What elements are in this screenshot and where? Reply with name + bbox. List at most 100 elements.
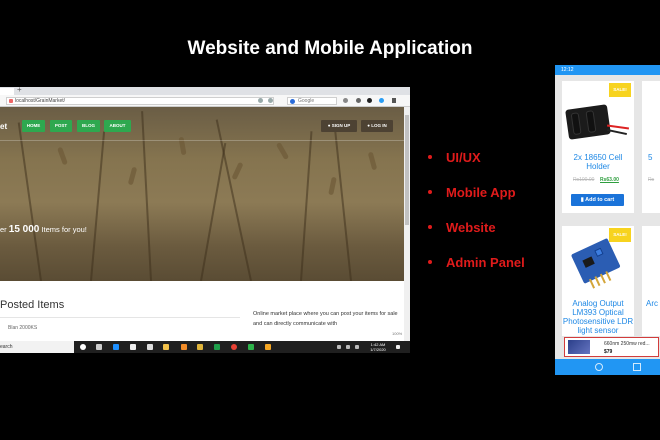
product-old-price: Rs100.00 bbox=[573, 177, 595, 183]
nav-home-button[interactable]: HOME bbox=[22, 120, 45, 132]
log-in-button[interactable]: ● LOG IN bbox=[361, 120, 393, 132]
slide-title: Website and Mobile Application bbox=[187, 38, 473, 59]
bullet-icon bbox=[428, 189, 432, 194]
mail-icon[interactable] bbox=[147, 344, 153, 350]
product-name[interactable]: Analog Output LM393 Optical Photosensiti… bbox=[562, 299, 634, 335]
address-text: localhost/GrainMarket/ bbox=[15, 98, 66, 104]
desktop-screenshot: + localhost/GrainMarket/ Google et HOME … bbox=[0, 87, 410, 353]
tray-up-icon[interactable] bbox=[337, 345, 341, 349]
feature-item: Mobile App bbox=[428, 185, 516, 200]
browser-toolbar: localhost/GrainMarket/ Google bbox=[0, 95, 410, 107]
nav-post-button[interactable]: POST bbox=[50, 120, 72, 132]
phone-status-bar: 12:12 bbox=[555, 65, 660, 75]
bullet-icon bbox=[428, 259, 432, 264]
section-title: Posted Items bbox=[0, 299, 65, 311]
site-icon bbox=[9, 99, 13, 103]
profile-icon[interactable] bbox=[367, 98, 372, 103]
star-icon[interactable] bbox=[268, 98, 273, 103]
section-divider bbox=[0, 317, 240, 318]
extension-icon[interactable] bbox=[356, 98, 361, 103]
hero-headline: er 15 000 Items for you! bbox=[0, 224, 87, 235]
browser-search-box[interactable]: Google bbox=[287, 97, 337, 105]
excel-icon[interactable] bbox=[214, 344, 220, 350]
popup-product-thumbnail bbox=[568, 340, 590, 354]
address-bar[interactable]: localhost/GrainMarket/ bbox=[6, 97, 274, 105]
hero-divider bbox=[0, 140, 404, 141]
taskbar-search-text: earch bbox=[0, 344, 13, 350]
feature-label: Admin Panel bbox=[446, 255, 525, 270]
mobile-screenshot: 12:12 SALE! 2x 18650 Cell Holder Rs100.0… bbox=[555, 65, 660, 375]
clock-date: 1/7/2020 bbox=[370, 347, 386, 352]
edge-icon[interactable] bbox=[113, 344, 119, 350]
page-content: Posted Items Blan 2000KS Online market p… bbox=[0, 281, 404, 341]
product-name-partial: Arc bbox=[646, 299, 658, 308]
store-icon[interactable] bbox=[130, 344, 136, 350]
network-icon[interactable] bbox=[346, 345, 350, 349]
feature-label: Website bbox=[446, 220, 496, 235]
new-tab-button[interactable]: + bbox=[17, 87, 22, 94]
app-icon-2[interactable] bbox=[248, 344, 254, 350]
popup-product-price: $79 bbox=[604, 349, 613, 355]
bullet-icon bbox=[428, 224, 432, 229]
recent-purchase-popup[interactable]: 660nm 250mw red... $79 bbox=[564, 337, 659, 357]
nav-blog-button[interactable]: BLOG bbox=[77, 120, 100, 132]
site-description: Online market place where you can post y… bbox=[253, 311, 398, 327]
windows-taskbar: earch 1:42 AM 1/7/2020 bbox=[0, 341, 410, 353]
feature-label: UI/UX bbox=[446, 150, 481, 165]
file-explorer-icon[interactable] bbox=[163, 344, 169, 350]
hero-banner: et HOME POST BLOG ABOUT ● SIGN UP ● LOG … bbox=[0, 107, 404, 281]
sign-up-label: SIGN UP bbox=[331, 123, 351, 128]
add-to-cart-label: Add to cart bbox=[585, 197, 615, 203]
browser-status-zoom: 100% bbox=[360, 331, 402, 336]
hero-suffix: Items for you! bbox=[39, 225, 87, 234]
home-icon[interactable] bbox=[595, 363, 603, 371]
hero-count: 15 000 bbox=[8, 224, 40, 235]
app-icon-3[interactable] bbox=[265, 344, 271, 350]
add-to-cart-button[interactable]: ▮ Add to cart bbox=[571, 194, 624, 206]
product-price: Rs63.00 bbox=[600, 177, 619, 183]
phone-time: 12:12 bbox=[561, 67, 574, 73]
zoom-level[interactable]: 100% bbox=[392, 331, 402, 336]
feature-item: UI/UX bbox=[428, 150, 481, 165]
sign-up-button[interactable]: ● SIGN UP bbox=[321, 120, 357, 132]
menu-icon[interactable] bbox=[392, 98, 396, 103]
browser-tab[interactable] bbox=[0, 88, 14, 95]
feature-label: Mobile App bbox=[446, 185, 516, 200]
vlc-icon[interactable] bbox=[181, 344, 187, 350]
search-placeholder: Google bbox=[298, 98, 315, 104]
volume-icon[interactable] bbox=[355, 345, 359, 349]
info-icon[interactable] bbox=[258, 98, 263, 103]
sale-badge: SALE! bbox=[609, 83, 631, 97]
nav-about-button[interactable]: ABOUT bbox=[104, 120, 131, 132]
product-card-partial[interactable]: 5 Rs bbox=[642, 81, 660, 213]
bullet-icon bbox=[428, 154, 432, 159]
product-card[interactable]: SALE! 2x 18650 Cell Holder Rs100.00 Rs63… bbox=[562, 81, 634, 213]
notification-icon[interactable] bbox=[396, 345, 400, 349]
app-icon-1[interactable] bbox=[197, 344, 203, 350]
sync-icon[interactable] bbox=[379, 98, 384, 103]
scrollbar-thumb[interactable] bbox=[405, 115, 409, 225]
taskbar-clock[interactable]: 1:42 AM 1/7/2020 bbox=[368, 342, 388, 352]
chrome-icon[interactable] bbox=[231, 344, 237, 350]
recent-apps-icon[interactable] bbox=[633, 363, 641, 371]
site-brand[interactable]: et bbox=[0, 122, 7, 131]
search-icon[interactable] bbox=[343, 98, 348, 103]
product-card[interactable]: SALE! Analog Output LM393 Optical Photos… bbox=[562, 226, 634, 336]
google-icon bbox=[290, 99, 295, 104]
product-name-partial: 5 bbox=[648, 153, 653, 162]
signal-battery-icons bbox=[630, 67, 660, 73]
task-view-icon[interactable] bbox=[96, 344, 102, 350]
page-scrollbar[interactable] bbox=[404, 107, 410, 341]
taskbar-search[interactable]: earch bbox=[0, 341, 74, 353]
posted-item-stub[interactable]: Blan 2000KS bbox=[8, 325, 37, 331]
feature-item: Admin Panel bbox=[428, 255, 525, 270]
log-in-label: LOG IN bbox=[371, 123, 387, 128]
phone-nav-bar bbox=[555, 359, 660, 375]
product-card-partial[interactable]: Arc bbox=[642, 226, 660, 336]
cortana-icon[interactable] bbox=[80, 344, 86, 350]
product-name[interactable]: 2x 18650 Cell Holder bbox=[562, 153, 634, 171]
browser-tab-bar: + bbox=[0, 87, 410, 95]
product-image-sensor bbox=[555, 214, 645, 308]
feature-item: Website bbox=[428, 220, 496, 235]
hero-prefix: er bbox=[0, 225, 9, 234]
